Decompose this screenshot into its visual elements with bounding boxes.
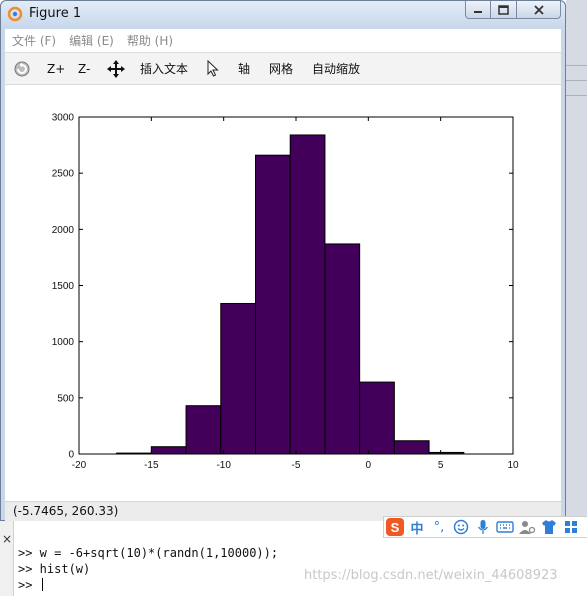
- rotate-icon: [14, 61, 30, 76]
- close-button[interactable]: [517, 1, 561, 19]
- maximize-icon: [498, 4, 509, 15]
- prompt-text: >>: [18, 578, 40, 592]
- minimize-button[interactable]: [465, 1, 491, 19]
- menu-help[interactable]: 帮助 (H): [127, 32, 173, 49]
- pan-button[interactable]: [107, 53, 125, 84]
- title-bar[interactable]: Figure 1: [1, 1, 565, 27]
- histogram-bar: [185, 405, 222, 455]
- grid-apps-icon[interactable]: [560, 517, 582, 537]
- figure-window: Figure 1 文件 (F) 编辑 (E) 帮助 (H) Z+ Z- 插入文本…: [0, 0, 566, 521]
- y-tick-label: 0: [68, 450, 74, 461]
- y-tick-label: 1500: [52, 281, 75, 292]
- screen: Figure 1 文件 (F) 编辑 (E) 帮助 (H) Z+ Z- 插入文本…: [0, 0, 587, 596]
- select-button[interactable]: [207, 53, 219, 84]
- ime-toolbar: S 中 °,: [383, 516, 587, 538]
- figure-client-area: 文件 (F) 编辑 (E) 帮助 (H) Z+ Z- 插入文本 轴 网格 自动缩…: [5, 29, 561, 521]
- histogram-bar: [220, 302, 256, 455]
- keyboard-icon[interactable]: [494, 517, 516, 537]
- sogou-logo-icon[interactable]: S: [384, 517, 406, 537]
- x-tick-label: -15: [144, 460, 159, 471]
- microphone-icon[interactable]: [472, 517, 494, 537]
- close-panel-icon[interactable]: ×: [2, 532, 12, 546]
- insert-text-button[interactable]: 插入文本: [140, 53, 188, 84]
- y-tick-label: 3000: [52, 113, 75, 124]
- axis-button[interactable]: 轴: [238, 53, 250, 84]
- histogram-chart: -20 -15 -10 -5 0 5 10 0 500 1000 1500 2000 2500 3000: [52, 113, 519, 472]
- autoscale-button[interactable]: 自动缩放: [312, 53, 360, 84]
- histogram-bar: [324, 243, 361, 455]
- cursor-coordinates: (-5.7465, 260.33): [13, 504, 119, 518]
- x-tick-label: 0: [366, 460, 372, 471]
- rotate-button[interactable]: [13, 53, 31, 84]
- emoji-icon[interactable]: [450, 517, 472, 537]
- user-settings-icon[interactable]: [516, 517, 538, 537]
- text-caret: [41, 578, 43, 591]
- pointer-icon: [207, 60, 219, 77]
- x-tick-label: -20: [72, 460, 87, 471]
- close-icon: [533, 4, 544, 15]
- ime-logo-letter: S: [391, 520, 400, 535]
- zoom-in-button[interactable]: Z+: [47, 53, 65, 84]
- maximize-button[interactable]: [491, 1, 517, 19]
- minimize-icon: [474, 10, 482, 13]
- octave-app-icon: [7, 6, 23, 22]
- command-line-1: >> w = -6+sqrt(10)*(randn(1,10000));: [18, 546, 279, 560]
- histogram-bar: [150, 446, 187, 455]
- menu-edit[interactable]: 编辑 (E): [69, 32, 114, 49]
- pan-icon: [107, 59, 125, 78]
- ime-language-toggle[interactable]: 中: [406, 517, 428, 537]
- histogram-bar: [359, 381, 395, 455]
- y-tick-label: 2000: [52, 225, 75, 236]
- figure-toolbar: Z+ Z- 插入文本 轴 网格 自动缩放: [5, 52, 561, 85]
- watermark: https://blog.csdn.net/weixin_44608923: [304, 568, 558, 583]
- desktop-background-strip: [566, 0, 587, 520]
- histogram-bar: [393, 440, 430, 455]
- window-controls: [465, 1, 561, 19]
- menu-bar: 文件 (F) 编辑 (E) 帮助 (H): [5, 29, 561, 51]
- shirt-icon[interactable]: [538, 517, 560, 537]
- menu-file[interactable]: 文件 (F): [12, 32, 56, 49]
- command-window-gutter: ×: [0, 521, 14, 596]
- histogram-bar: [254, 154, 291, 455]
- plot-canvas[interactable]: -20 -15 -10 -5 0 5 10 0 500 1000 1500 2000 2500 3000: [5, 85, 561, 501]
- y-tick-label: 500: [57, 393, 74, 404]
- x-tick-label: -5: [292, 460, 301, 471]
- y-tick-label: 1000: [52, 337, 75, 348]
- command-prompt[interactable]: >>: [18, 578, 43, 592]
- x-tick-label: -10: [216, 460, 231, 471]
- y-tick-label: 2500: [52, 169, 75, 180]
- ime-punctuation-toggle[interactable]: °,: [428, 517, 450, 537]
- command-line-2: >> hist(w): [18, 562, 91, 576]
- x-tick-label: 5: [438, 460, 444, 471]
- window-title: Figure 1: [29, 6, 82, 21]
- zoom-out-button[interactable]: Z-: [78, 53, 90, 84]
- histogram-bar: [289, 134, 326, 455]
- x-tick-label: 10: [507, 460, 519, 471]
- grid-button[interactable]: 网格: [269, 53, 293, 84]
